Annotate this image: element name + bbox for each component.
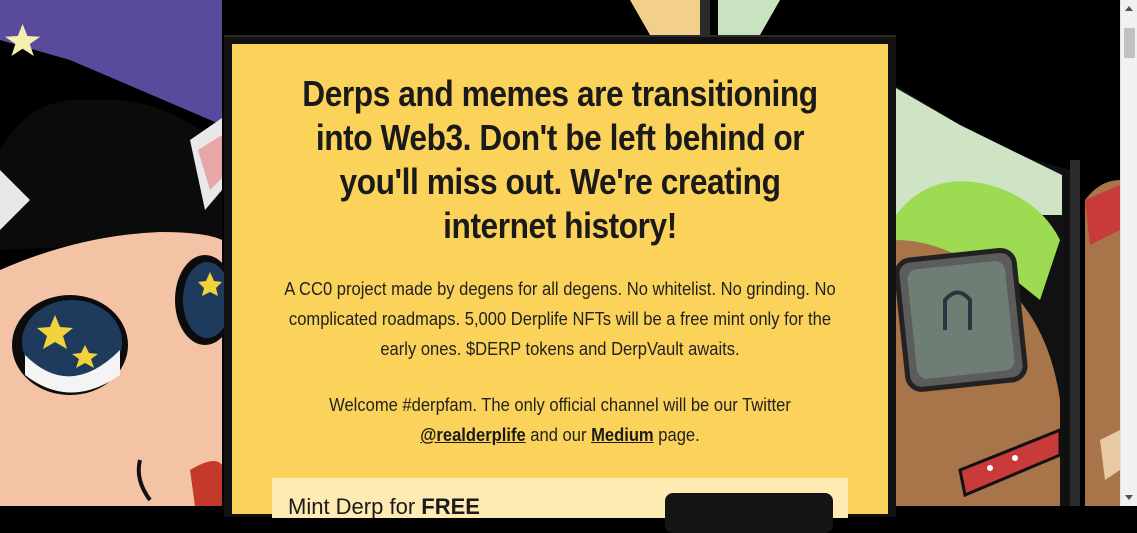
announcement-modal: Derps and memes are transitioning into W… [232, 44, 888, 533]
welcome-middle: and our [530, 425, 587, 445]
mint-panel: Mint Derp for FREE [272, 478, 848, 533]
twitter-link[interactable]: @realderplife [420, 425, 525, 445]
mint-label-prefix: Mint Derp for [288, 494, 416, 519]
mint-price: FREE [421, 494, 480, 519]
welcome-text: Welcome #derpfam. The only official chan… [284, 390, 836, 450]
mint-label: Mint Derp for FREE [288, 494, 480, 520]
welcome-prefix: Welcome #derpfam. The only official chan… [329, 395, 791, 415]
medium-link[interactable]: Medium [591, 425, 654, 445]
project-description: A CC0 project made by degens for all deg… [284, 279, 836, 359]
welcome-suffix: page. [658, 425, 700, 445]
mint-button[interactable] [665, 493, 833, 533]
scrollbar-thumb[interactable] [1124, 28, 1135, 58]
scroll-up-icon[interactable] [1125, 6, 1133, 11]
headline: Derps and memes are transitioning into W… [302, 73, 818, 246]
page-scrollbar[interactable] [1120, 0, 1137, 506]
scroll-down-icon[interactable] [1125, 495, 1133, 500]
